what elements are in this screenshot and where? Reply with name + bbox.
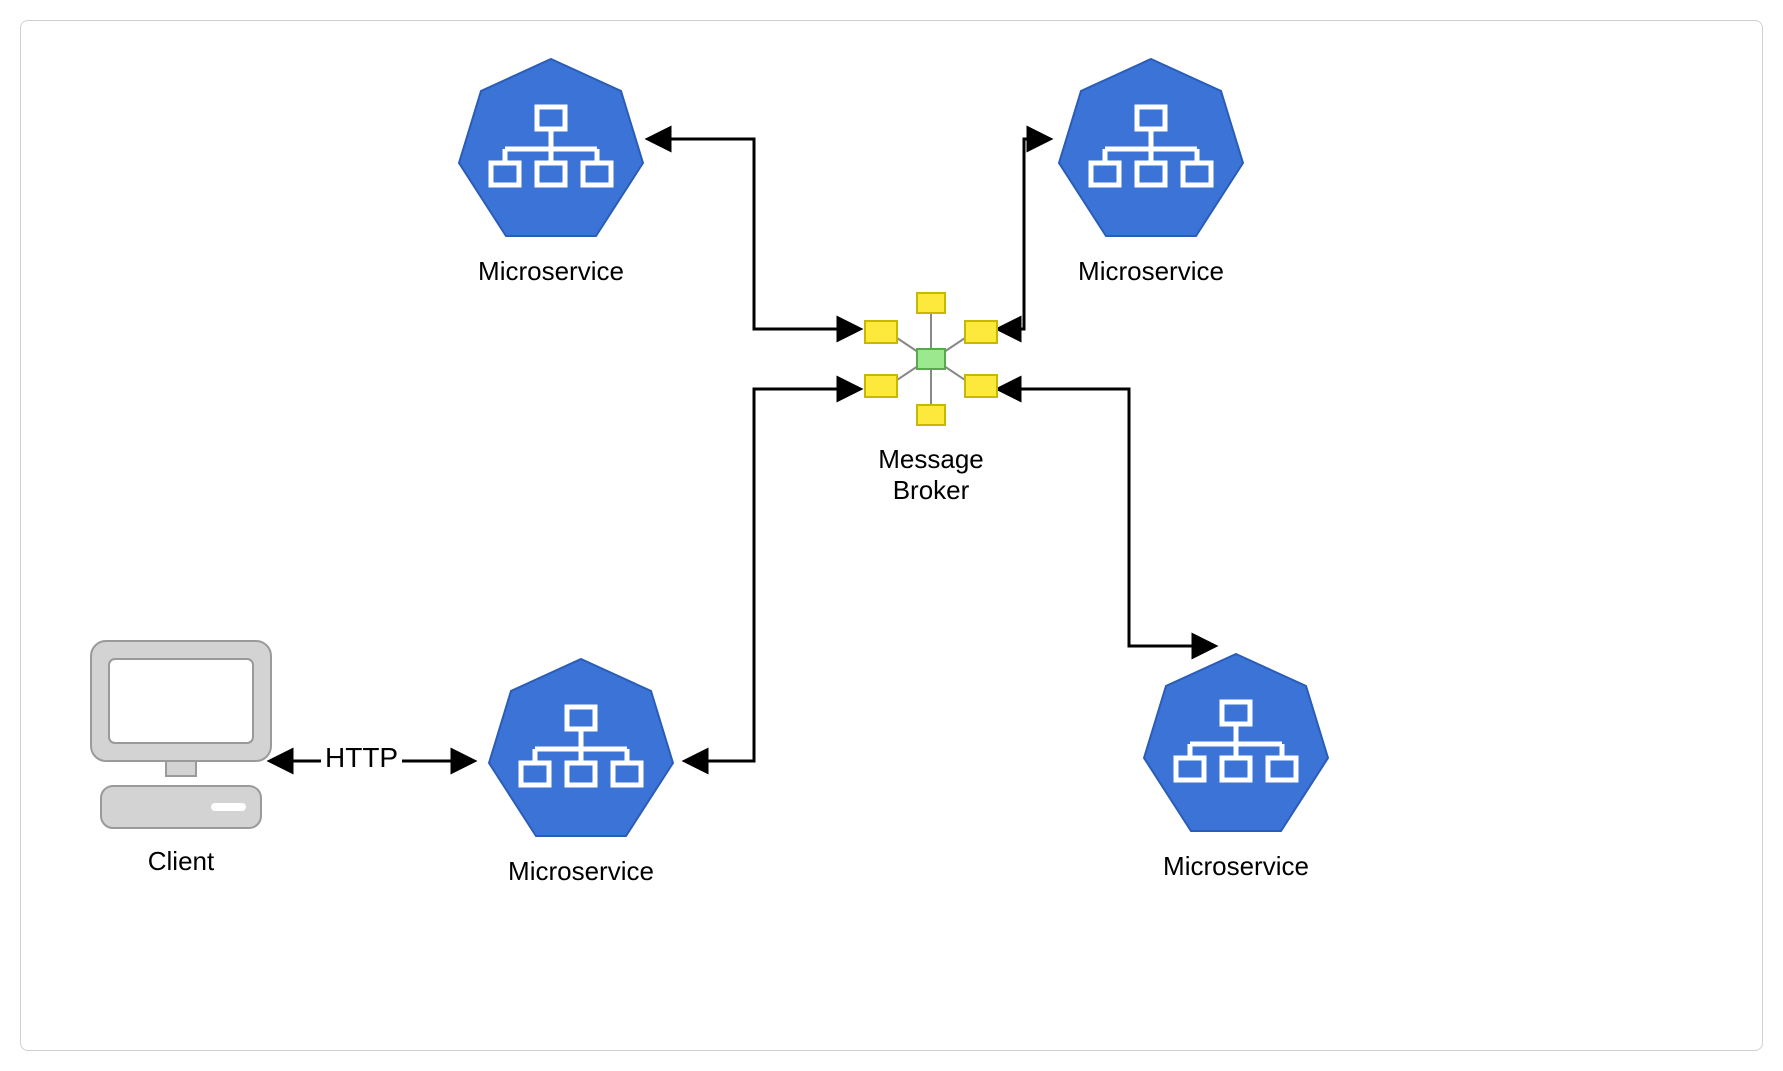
broker-label: Message Broker [851,444,1011,506]
microservice-icon [1136,646,1336,846]
microservice-label: Microservice [1136,851,1336,882]
edge-label-http: HTTP [321,741,402,775]
microservice-label: Microservice [481,856,681,887]
client-node: Client [81,631,281,877]
microservice-icon [451,51,651,251]
microservice-top-right: Microservice [1051,51,1251,287]
edge-broker-ms-br [999,389,1214,646]
microservice-bottom-right: Microservice [1136,646,1336,882]
diagram-canvas: HTTP Client Micr [20,20,1763,1051]
edges-layer [21,21,1764,1052]
client-label: Client [81,846,281,877]
message-broker-node: Message Broker [851,279,1011,506]
microservice-label: Microservice [451,256,651,287]
message-broker-icon [851,279,1011,439]
client-icon [81,631,281,841]
edge-ms-bl-broker [686,389,859,761]
edge-ms-tl-broker [649,139,859,329]
microservice-top-left: Microservice [451,51,651,287]
microservice-icon [1051,51,1251,251]
microservice-bottom-left: Microservice [481,651,681,887]
microservice-icon [481,651,681,851]
microservice-label: Microservice [1051,256,1251,287]
http-label: HTTP [321,742,402,773]
